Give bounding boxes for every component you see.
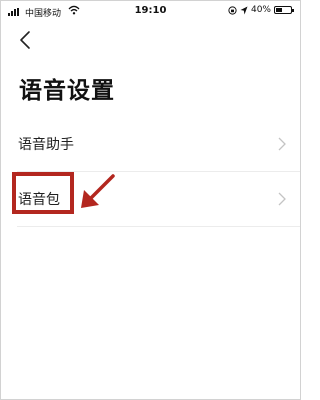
divider: [17, 226, 300, 227]
page-title: 语音设置: [19, 78, 115, 104]
list-item-label: 语音助手: [18, 137, 74, 153]
highlight-box: [12, 172, 74, 214]
phone-screen: 中国移动 19:10 40% 语音设置 语音助手 语音包: [0, 0, 301, 400]
list-item-voice-assistant[interactable]: 语音助手: [1, 117, 300, 171]
chevron-right-icon: [278, 137, 286, 151]
back-button[interactable]: [15, 29, 37, 51]
location-icon: [240, 6, 248, 14]
chevron-left-icon: [20, 31, 30, 49]
arrow-annotation-icon: [81, 174, 115, 208]
battery-icon: [274, 6, 294, 14]
chevron-right-icon: [278, 192, 286, 206]
status-right-group: 40%: [228, 5, 294, 15]
status-bar: 中国移动 19:10 40%: [1, 1, 300, 23]
battery-percent: 40%: [250, 5, 271, 15]
orientation-lock-icon: [228, 5, 237, 15]
